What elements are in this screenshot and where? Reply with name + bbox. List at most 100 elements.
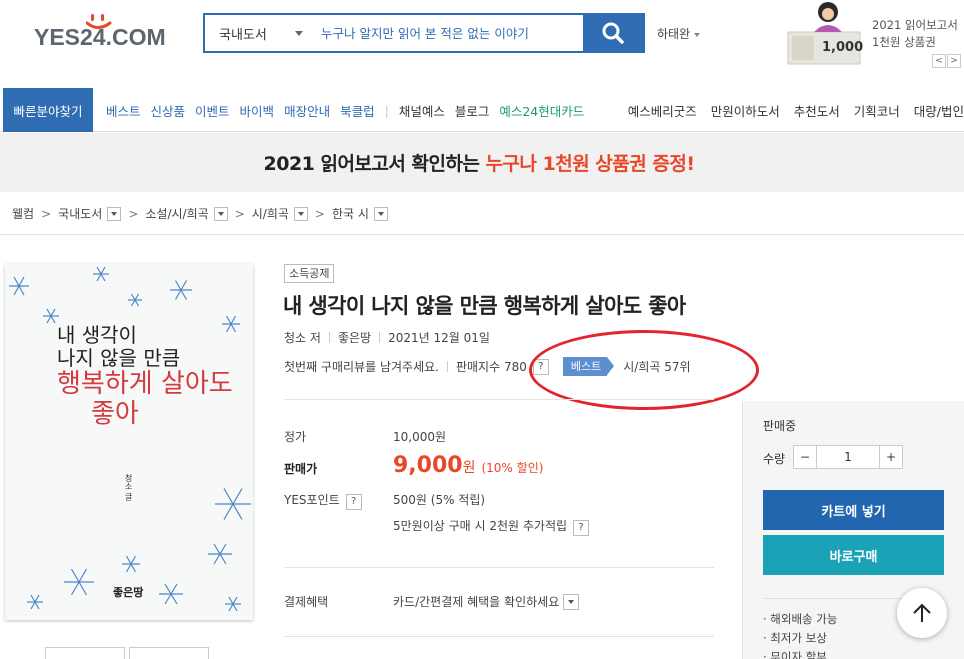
dropdown-toggle[interactable] — [107, 206, 122, 221]
search-category-select[interactable]: 국내도서 — [205, 15, 313, 51]
increase-button[interactable]: + — [879, 445, 903, 469]
share-button[interactable] — [129, 647, 209, 659]
nav-item-recommended[interactable]: 추천도서 — [794, 101, 840, 120]
benefit-lowest-price[interactable]: · 최저가 보상 — [763, 629, 837, 648]
breadcrumb-poetry[interactable]: 시/희곡 — [252, 205, 289, 222]
cover-author: 청소 글 — [124, 474, 133, 501]
nav-item-special[interactable]: 기획코너 — [854, 101, 900, 120]
review-prompt-link[interactable]: 첫번째 구매리뷰를 남겨주세요. — [284, 358, 439, 375]
breadcrumb: 웰컴 > 국내도서 > 소설/시/희곡 > 시/희곡 > 한국 시 — [12, 205, 388, 222]
promo-text[interactable]: 2021 읽어보고서 1천원 상품권 — [872, 17, 958, 51]
highlight-annotation-circle — [529, 330, 759, 410]
search-icon — [602, 22, 624, 44]
dropdown-toggle[interactable] — [373, 206, 388, 221]
breadcrumb-novel[interactable]: 소설/시/희곡 — [145, 205, 208, 222]
nav-item-card[interactable]: 예스24현대카드 — [499, 101, 584, 120]
divider — [379, 332, 381, 343]
divider — [284, 636, 714, 637]
preview-button[interactable] — [45, 647, 125, 659]
list-price-value: 10,000원 — [393, 430, 447, 444]
prev-arrow-button[interactable]: < — [932, 54, 946, 68]
nav-item-bookclub[interactable]: 북클럽 — [340, 101, 375, 120]
dropdown-toggle[interactable] — [293, 206, 308, 221]
breadcrumb-domestic[interactable]: 국내도서 — [58, 205, 102, 222]
search-button[interactable] — [583, 15, 643, 51]
cover-line-2: 나지 않을 만큼 — [57, 346, 181, 370]
yes24-logo[interactable]: YES24.COM — [34, 14, 174, 54]
next-arrow-button[interactable]: > — [947, 54, 961, 68]
tax-deduction-badge: 소득공제 — [284, 264, 335, 283]
help-icon[interactable]: ? — [345, 494, 362, 510]
buy-now-button[interactable]: 바로구매 — [763, 535, 944, 575]
quantity-stepper: − 1 + — [793, 445, 903, 469]
nav-item-blog[interactable]: 블로그 — [455, 101, 490, 120]
book-cover[interactable]: 내 생각이 나지 않을 만큼 행복하게 살아도 좋아 청소 글 좋은땅 — [5, 264, 253, 620]
benefit-installment[interactable]: · 무이자 할부 — [763, 648, 837, 659]
publisher-link[interactable]: 좋은땅 — [338, 329, 371, 346]
nav-separator: | — [384, 102, 389, 118]
list-price-label: 정가 — [284, 430, 307, 444]
main-nav: 빠른분야찾기 베스트 신상품 이벤트 바이백 매장안내 북클럽 | 채널예스 블… — [0, 88, 964, 132]
nav-item-best[interactable]: 베스트 — [106, 101, 141, 120]
banner-accent-text: 누구나 1천원 상품권 증정! — [485, 153, 695, 175]
sale-price-unit: 원 — [462, 460, 476, 476]
book-title: 내 생각이 나지 않을 만큼 행복하게 살아도 좋아 — [283, 294, 686, 318]
sales-index: 판매지수 780 — [455, 360, 527, 374]
arrow-up-icon — [913, 603, 931, 622]
book-meta: 청소 저 좋은땅 2021년 12월 01일 — [284, 329, 490, 346]
benefit-list: · 해외배송 가능 · 최저가 보상 · 무이자 할부 — [763, 610, 837, 659]
cover-line-4: 좋아 — [91, 398, 139, 429]
voucher-amount: 1,000 — [822, 40, 864, 55]
nav-item-under-10000[interactable]: 만원이하도서 — [711, 101, 780, 120]
divider — [284, 567, 714, 568]
extra-points-text: 5만원이상 구매 시 2천원 추가적립 — [393, 519, 568, 533]
nav-item-channel-yes[interactable]: 채널예스 — [399, 101, 445, 120]
divider — [328, 332, 330, 343]
author-link[interactable]: 청소 저 — [284, 329, 321, 346]
cover-publisher: 좋은땅 — [113, 586, 144, 599]
benefit-overseas[interactable]: · 해외배송 가능 — [763, 610, 837, 629]
help-icon[interactable]: ? — [573, 520, 590, 536]
cover-line-3: 행복하게 살아도 — [57, 369, 233, 399]
scroll-to-top-button[interactable] — [897, 588, 947, 638]
extra-points: 5만원이상 구매 시 2천원 추가적립? — [393, 517, 590, 536]
user-name: 하태완 — [657, 27, 691, 41]
promo-line-2: 1천원 상품권 — [872, 35, 936, 49]
points-label-text: YES포인트 — [284, 493, 340, 507]
nav-item-new[interactable]: 신상품 — [151, 101, 186, 120]
caret-down-icon — [694, 32, 701, 37]
search-bar: 국내도서 — [203, 13, 645, 53]
promo-illustration[interactable]: 1,000 — [786, 0, 864, 66]
sale-price: 9,000원 (10% 할인) — [393, 453, 543, 478]
sale-price-label: 판매가 — [284, 462, 318, 476]
nav-item-bulk[interactable]: 대량/법인 — [914, 101, 964, 120]
cover-buttons — [45, 647, 213, 659]
add-to-cart-button[interactable]: 카트에 넣기 — [763, 490, 944, 530]
payment-benefit-text: 카드/간편결제 혜택을 확인하세요 — [393, 595, 560, 609]
nav-item-buyback[interactable]: 바이백 — [240, 101, 275, 120]
cover-line-1: 내 생각이 — [57, 323, 137, 347]
chevron-down-icon[interactable] — [563, 593, 580, 610]
nav-item-event[interactable]: 이벤트 — [195, 101, 230, 120]
points-label: YES포인트? — [284, 491, 362, 510]
event-banner[interactable]: 2021 읽어보고서 확인하는 누구나 1천원 상품권 증정! — [0, 133, 964, 192]
dropdown-toggle[interactable] — [213, 206, 228, 221]
search-category-label: 국내도서 — [219, 27, 267, 43]
breadcrumb-home[interactable]: 웰컴 — [12, 205, 34, 222]
nav-item-goods[interactable]: 예스베리굿즈 — [628, 101, 697, 120]
breadcrumb-korean-poetry[interactable]: 한국 시 — [332, 205, 369, 222]
quick-category-button[interactable]: 빠른분야찾기 — [3, 88, 93, 132]
quantity-input[interactable]: 1 — [817, 445, 879, 469]
nav-right-items: 예스베리굿즈 만원이하도서 추천도서 기획코너 대량/법인 — [614, 88, 964, 132]
nav-items: 베스트 신상품 이벤트 바이백 매장안내 북클럽 | 채널예스 블로그 예스24… — [106, 88, 594, 132]
sale-status: 판매중 — [763, 419, 797, 433]
payment-benefit[interactable]: 카드/간편결제 혜택을 확인하세요 — [393, 593, 580, 610]
search-input[interactable] — [313, 15, 583, 51]
voucher-girl-illustration — [787, 2, 861, 65]
user-menu[interactable]: 하태완 — [657, 25, 701, 42]
decrease-button[interactable]: − — [793, 445, 817, 469]
nav-item-store[interactable]: 매장안내 — [284, 101, 330, 120]
logo-text: YES24.COM — [34, 24, 166, 50]
promo-arrows: < > — [932, 54, 962, 68]
divider — [284, 399, 714, 400]
